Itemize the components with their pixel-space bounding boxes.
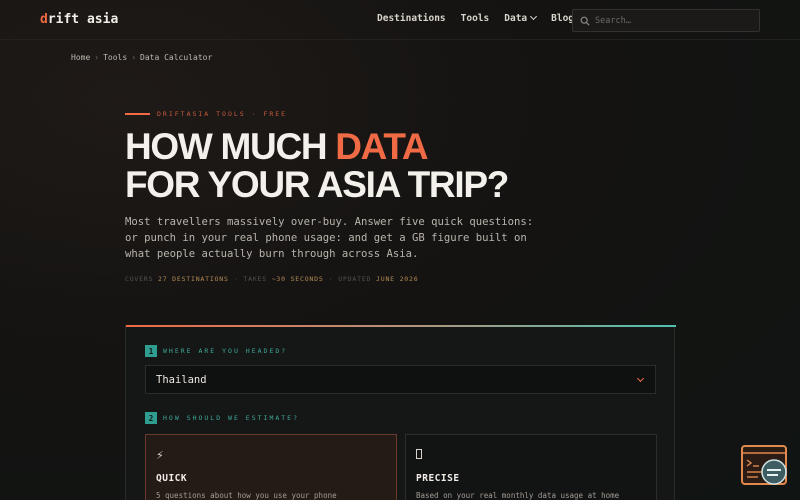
chevron-down-icon — [530, 12, 538, 21]
step-1-number: 1 — [145, 345, 157, 357]
phone-icon — [416, 449, 646, 465]
page-title: HOW MUCH DATA FOR YOUR ASIA TRIP? — [125, 126, 509, 205]
breadcrumb-tools[interactable]: Tools — [103, 53, 127, 62]
meta-takes-value: ~30 SECONDS — [271, 275, 324, 283]
search-input[interactable] — [595, 15, 755, 26]
nav-blog[interactable]: Blog — [551, 13, 574, 24]
meta-covers-value: 27 DESTINATIONS — [158, 275, 229, 283]
step-2-label: HOW SHOULD WE ESTIMATE? — [163, 414, 300, 422]
destination-value: Thailand — [156, 373, 207, 386]
card-accent-bar — [126, 325, 676, 327]
option-quick[interactable]: ⚡ QUICK 5 questions about how you use yo… — [145, 434, 397, 500]
search-box[interactable] — [572, 9, 760, 32]
breadcrumb-current: Data Calculator — [140, 53, 213, 62]
eyebrow-line — [125, 113, 150, 115]
option-precise-title: PRECISE — [416, 473, 460, 484]
meta-dot: · — [328, 275, 334, 283]
chevron-down-icon — [636, 374, 645, 383]
meta-updated-value: JUNE 2026 — [376, 275, 419, 283]
meta-takes-label: TAKES — [243, 275, 267, 283]
meta-updated-label: UPDATED — [338, 275, 372, 283]
destination-select[interactable]: Thailand — [145, 365, 656, 394]
eyebrow: DRIFTASIA TOOLS · FREE — [125, 110, 287, 118]
site-logo[interactable]: drift asia — [40, 12, 118, 27]
meta-covers-label: COVERS — [125, 275, 154, 283]
main-nav: Destinations Tools Data Blog — [377, 12, 574, 24]
option-quick-title: QUICK — [156, 473, 188, 484]
breadcrumb-separator: › — [131, 53, 137, 62]
breadcrumb-home[interactable]: Home — [71, 53, 90, 62]
nav-destinations[interactable]: Destinations — [377, 13, 446, 24]
nav-data-label: Data — [504, 13, 528, 24]
lightning-icon: ⚡ — [156, 449, 164, 462]
breadcrumb: Home › Tools › Data Calculator — [71, 53, 212, 62]
calculator-card: 1 WHERE ARE YOU HEADED? Thailand 2 HOW S… — [125, 325, 676, 500]
search-icon — [580, 16, 590, 26]
title-highlight: DATA — [335, 126, 428, 167]
title-part-1: HOW MUCH — [125, 126, 336, 167]
step-2-heading: 2 HOW SHOULD WE ESTIMATE? — [145, 412, 299, 424]
eyebrow-text: DRIFTASIA TOOLS · FREE — [157, 110, 288, 118]
logo-text: rift asia — [47, 12, 119, 27]
nav-data[interactable]: Data — [504, 12, 538, 24]
title-part-2: FOR YOUR ASIA TRIP? — [125, 164, 509, 205]
breadcrumb-separator: › — [94, 53, 100, 62]
step-1-label: WHERE ARE YOU HEADED? — [163, 347, 288, 355]
option-precise[interactable]: PRECISE Based on your real monthly data … — [405, 434, 657, 500]
option-quick-desc: 5 questions about how you use your phone — [156, 491, 337, 500]
nav-tools[interactable]: Tools — [461, 13, 490, 24]
step-1-heading: 1 WHERE ARE YOU HEADED? — [145, 345, 287, 357]
logo-accent-letter: d — [40, 12, 48, 27]
intro-text: Most travellers massively over-buy. Answ… — [125, 216, 534, 260]
calculator-widget-icon[interactable] — [740, 444, 790, 488]
option-precise-desc: Based on your real monthly data usage at… — [416, 491, 620, 500]
step-2-number: 2 — [145, 412, 157, 424]
meta-dot: · — [233, 275, 239, 283]
meta-line: COVERS 27 DESTINATIONS · TAKES ~30 SECONDS… — [125, 275, 418, 283]
site-header: drift asia Destinations Tools Data Blog — [0, 0, 800, 40]
